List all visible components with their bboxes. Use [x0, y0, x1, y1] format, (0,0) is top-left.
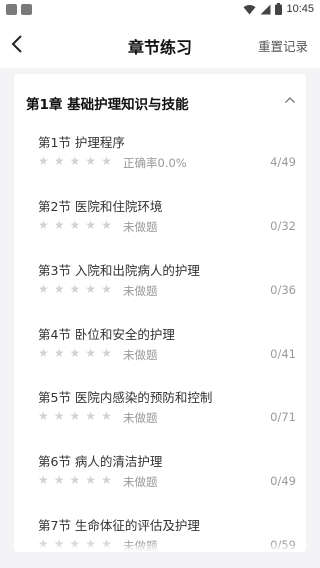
star-icon: ★ [69, 218, 81, 232]
section-title: 第2节 医院和住院环境 [38, 199, 163, 214]
section-item[interactable]: 第5节 医院内感染的预防和控制 ★ ★ ★ ★ ★ 未做题 0/71 [38, 387, 296, 437]
clock: 10:45 [286, 3, 314, 15]
star-icon: ★ [53, 154, 65, 168]
star-rating: ★ ★ ★ ★ ★ [38, 283, 112, 295]
star-icon: ★ [38, 473, 49, 487]
star-icon: ★ [53, 282, 65, 296]
section-title: 第4节 卧位和安全的护理 [38, 327, 175, 342]
section-item[interactable]: 第3节 入院和出院病人的护理 ★ ★ ★ ★ ★ 未做题 0/36 [38, 260, 296, 310]
star-icon: ★ [85, 409, 97, 423]
star-icon: ★ [101, 154, 112, 168]
star-icon: ★ [85, 282, 97, 296]
star-rating: ★ ★ ★ ★ ★ [38, 155, 112, 167]
chapter-card: 第1章 基础护理知识与技能 第1节 护理程序 ★ ★ ★ ★ ★ 正确率0.0%… [14, 74, 306, 552]
section-title: 第6节 病人的清洁护理 [38, 454, 163, 469]
section-title: 第7节 生命体征的评估及护理 [38, 518, 200, 533]
section-title: 第3节 入院和出院病人的护理 [38, 263, 200, 278]
section-progress-count: 0/36 [270, 283, 296, 297]
star-icon: ★ [101, 282, 112, 296]
star-icon: ★ [69, 346, 81, 360]
star-icon: ★ [101, 346, 112, 360]
section-progress-count: 0/71 [270, 410, 296, 424]
star-icon: ★ [38, 409, 49, 423]
star-icon: ★ [69, 409, 81, 423]
section-status: 未做题 [123, 284, 158, 298]
chapter-title[interactable]: 第1章 基础护理知识与技能 [26, 93, 189, 113]
app-notification-icon [21, 4, 32, 15]
star-icon: ★ [85, 154, 97, 168]
section-item[interactable]: 第4节 卧位和安全的护理 ★ ★ ★ ★ ★ 未做题 0/41 [38, 324, 296, 374]
wifi-icon [243, 4, 256, 14]
section-progress-count: 0/32 [270, 219, 296, 233]
status-bar: 10:45 [0, 0, 320, 20]
section-status: 未做题 [123, 475, 158, 489]
star-icon: ★ [69, 154, 81, 168]
star-icon: ★ [38, 282, 49, 296]
star-icon: ★ [69, 473, 81, 487]
star-icon: ★ [38, 346, 49, 360]
reset-records-button[interactable]: 重置记录 [258, 36, 308, 55]
section-progress-count: 4/49 [270, 155, 296, 169]
section-item[interactable]: 第6节 病人的清洁护理 ★ ★ ★ ★ ★ 未做题 0/49 [38, 451, 296, 501]
app-notification-icon [6, 4, 17, 15]
notification-icons [6, 4, 32, 15]
section-progress-count: 0/49 [270, 474, 296, 488]
star-icon: ★ [53, 409, 65, 423]
section-item[interactable]: 第1节 护理程序 ★ ★ ★ ★ ★ 正确率0.0% 4/49 [38, 132, 296, 182]
scroll-fade [14, 542, 306, 552]
star-icon: ★ [101, 218, 112, 232]
star-icon: ★ [53, 473, 65, 487]
star-icon: ★ [69, 282, 81, 296]
star-icon: ★ [38, 218, 49, 232]
top-app-bar: 章节练习 重置记录 [0, 20, 320, 68]
star-icon: ★ [38, 154, 49, 168]
star-icon: ★ [85, 218, 97, 232]
battery-icon [275, 3, 283, 15]
star-icon: ★ [85, 473, 97, 487]
star-rating: ★ ★ ★ ★ ★ [38, 410, 112, 422]
star-icon: ★ [101, 473, 112, 487]
section-status: 未做题 [123, 220, 158, 234]
star-icon: ★ [53, 346, 65, 360]
star-icon: ★ [85, 346, 97, 360]
signal-icon [260, 4, 271, 14]
system-status: 10:45 [243, 3, 314, 15]
star-icon: ★ [53, 218, 65, 232]
star-rating: ★ ★ ★ ★ ★ [38, 474, 112, 486]
section-status: 未做题 [123, 348, 158, 362]
star-rating: ★ ★ ★ ★ ★ [38, 219, 112, 231]
section-item[interactable]: 第2节 医院和住院环境 ★ ★ ★ ★ ★ 未做题 0/32 [38, 196, 296, 246]
star-icon: ★ [101, 409, 112, 423]
chevron-up-icon[interactable] [284, 95, 296, 105]
section-progress-count: 0/41 [270, 347, 296, 361]
section-title: 第5节 医院内感染的预防和控制 [38, 390, 213, 405]
section-status: 正确率0.0% [123, 156, 187, 170]
star-rating: ★ ★ ★ ★ ★ [38, 347, 112, 359]
section-status: 未做题 [123, 411, 158, 425]
section-title: 第1节 护理程序 [38, 135, 125, 150]
